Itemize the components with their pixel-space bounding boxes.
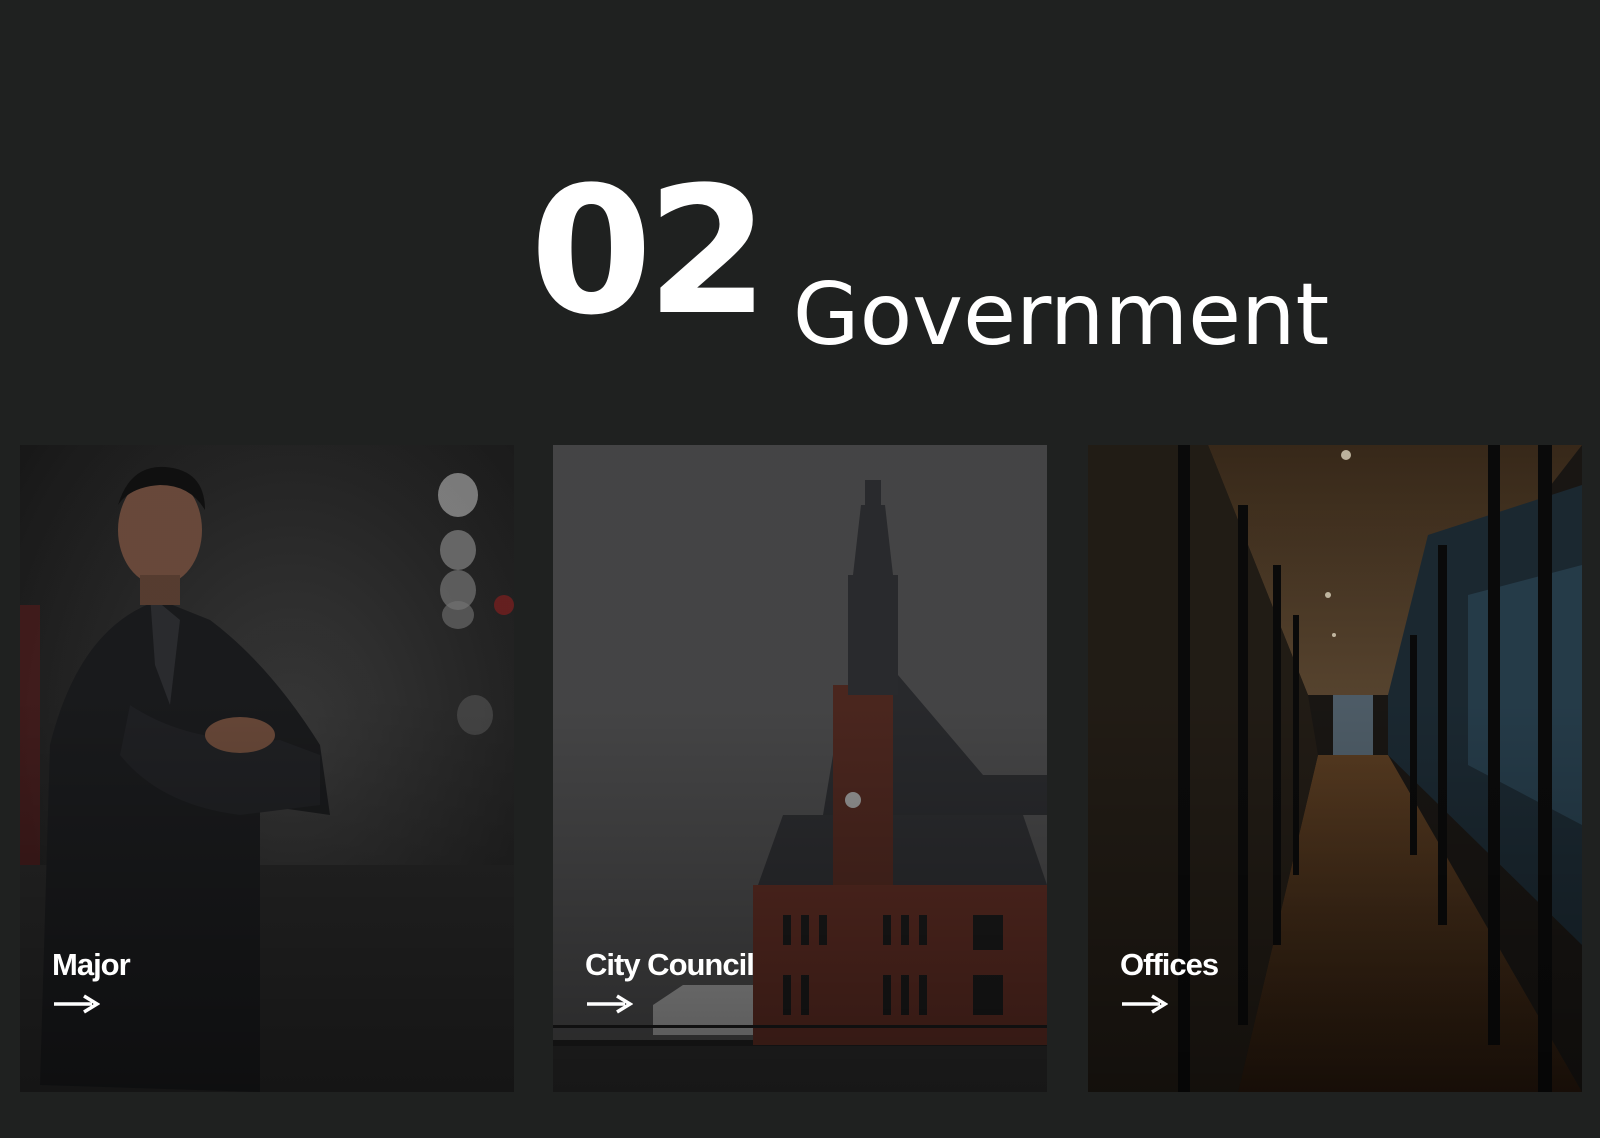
card-title: Offices — [1120, 947, 1219, 982]
section-title: Government — [792, 265, 1330, 365]
arrow-right-icon — [54, 994, 100, 1014]
page: 02 Government Major City Council Offices — [0, 0, 1600, 1138]
arrow-right-icon — [1122, 994, 1168, 1014]
card-offices[interactable]: Offices — [1088, 445, 1582, 1092]
section-heading: 02 Government — [530, 140, 1329, 359]
card-major[interactable]: Major — [20, 445, 514, 1092]
card-title: City Council — [585, 947, 755, 982]
card-grid: Major City Council Offices — [20, 445, 1582, 1092]
arrow-right-icon — [587, 994, 633, 1014]
card-title: Major — [52, 947, 131, 982]
card-city-council[interactable]: City Council — [553, 445, 1047, 1092]
section-number: 02 — [530, 149, 769, 354]
